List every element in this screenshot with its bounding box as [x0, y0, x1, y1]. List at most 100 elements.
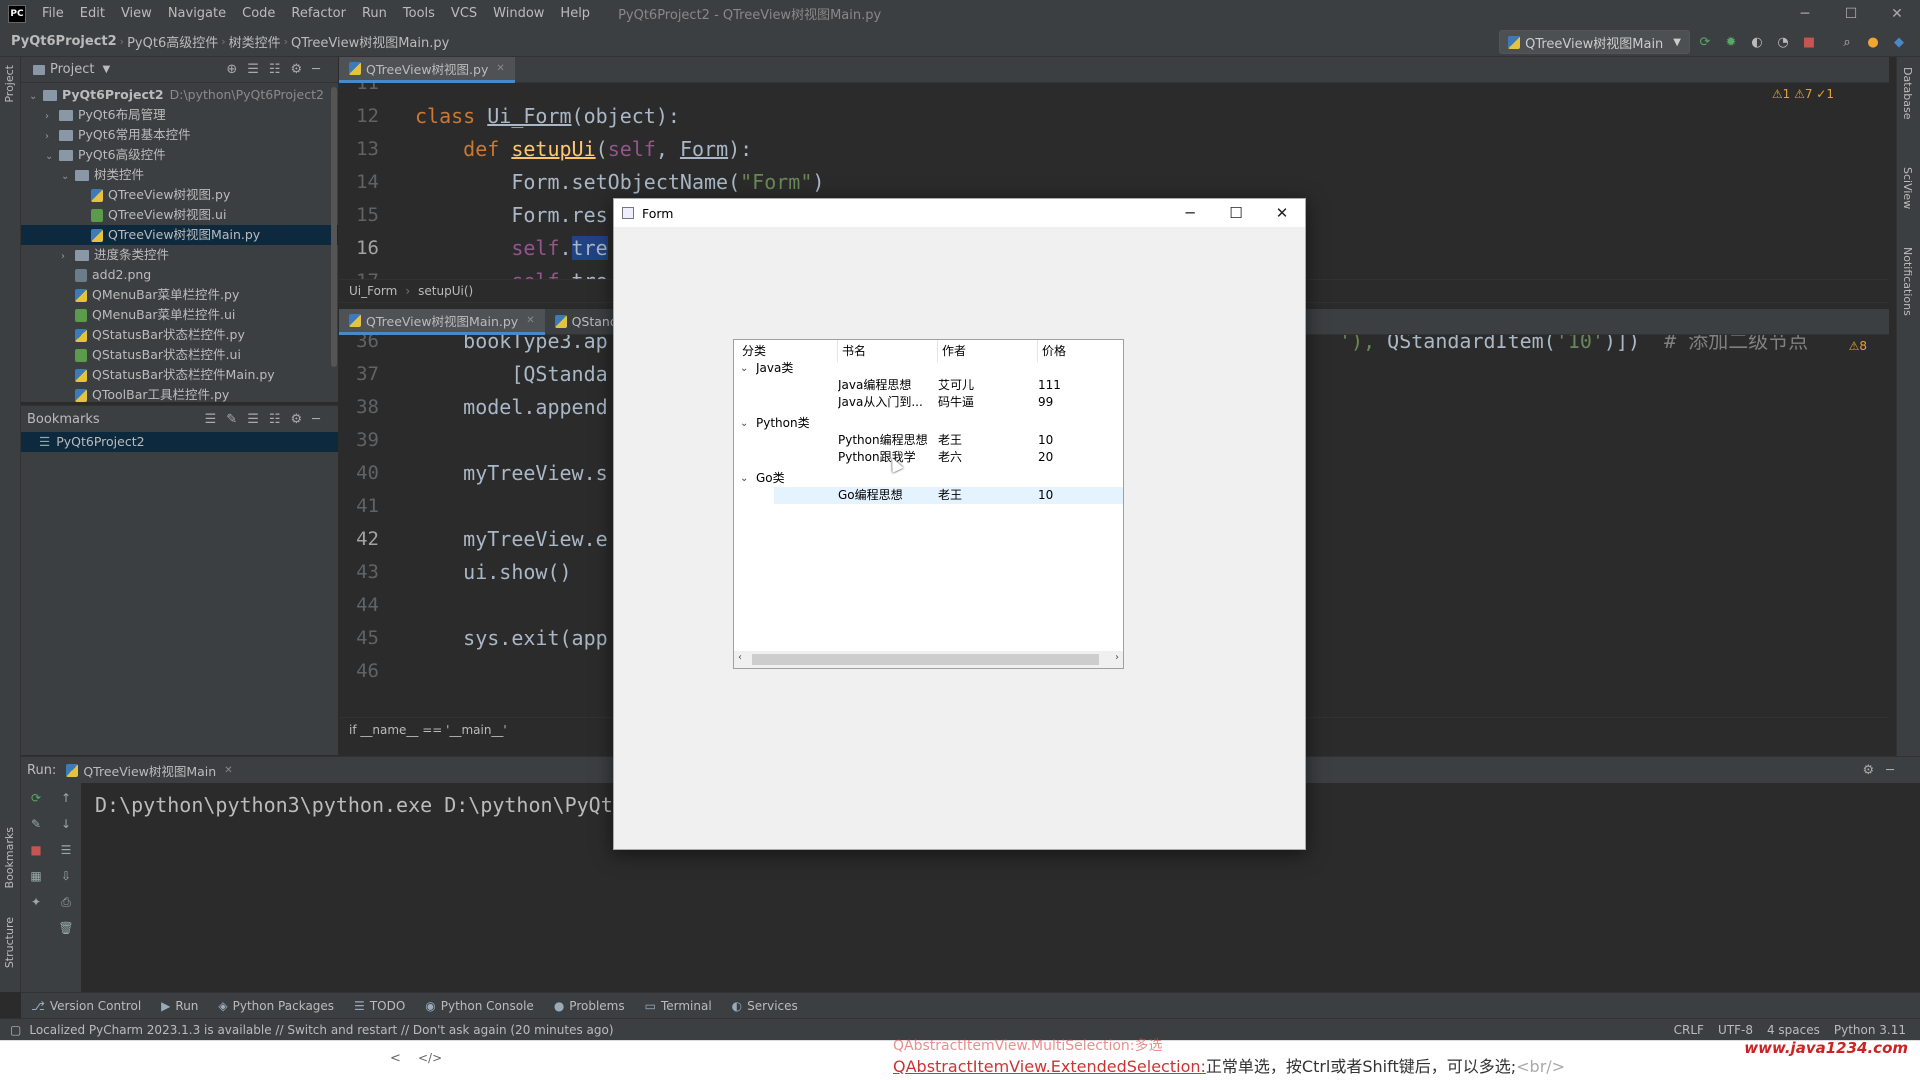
crumb-method[interactable]: setupUi(): [418, 284, 473, 298]
notifications-tool-tab[interactable]: Notifications: [1901, 247, 1914, 316]
project-tree-item[interactable]: › 进度条类控件: [21, 245, 338, 265]
status-item[interactable]: CRLF: [1674, 1023, 1704, 1037]
chevron-right-icon[interactable]: ›: [45, 107, 59, 127]
inspection-widget-bottom[interactable]: ⚠8: [1849, 339, 1867, 353]
scroll-end-icon[interactable]: ⇩: [55, 865, 77, 887]
tree-column-header[interactable]: 价格: [1038, 340, 1123, 362]
close-tab-icon[interactable]: ✕: [496, 63, 504, 74]
menu-vcs[interactable]: VCS: [443, 0, 485, 27]
tab-qtreeview-main-py[interactable]: QTreeView树视图Main.py ✕: [339, 308, 545, 335]
tree-category-row[interactable]: ⌄ Python类: [734, 415, 1123, 432]
maximize-icon[interactable]: ☐: [1828, 6, 1874, 22]
tool-tab-version-control[interactable]: ⎇ Version Control: [21, 999, 151, 1013]
update-icon[interactable]: ●: [1862, 32, 1884, 52]
code-line[interactable]: [415, 424, 608, 457]
expand-chevron-icon[interactable]: ⌄: [740, 415, 748, 432]
tree-book-row[interactable]: Python跟我学 老六 20: [734, 449, 1123, 466]
chevron-right-icon[interactable]: ›: [61, 247, 75, 267]
project-tree-item[interactable]: QTreeView树视图Main.py: [21, 225, 338, 245]
breadcrumb-item[interactable]: QTreeView树视图Main.py: [288, 32, 452, 51]
expand-chevron-icon[interactable]: ⌄: [740, 470, 748, 487]
tree-view[interactable]: 分类 书名 作者 价格 ⌄ Java类 Java编程思想 艾可儿 111 Java从入门到...…: [733, 339, 1124, 669]
run-icon[interactable]: ⟳: [1694, 32, 1716, 52]
close-tab-icon[interactable]: ✕: [526, 315, 534, 326]
project-scrollbar[interactable]: [331, 87, 337, 367]
tool-tab-todo[interactable]: ☰ TODO: [344, 999, 415, 1013]
status-item[interactable]: Python 3.11: [1834, 1023, 1906, 1037]
pin-icon[interactable]: ✦: [25, 891, 47, 913]
debug-icon[interactable]: ✹: [1720, 32, 1742, 52]
project-panel-title[interactable]: Project: [50, 62, 94, 77]
menu-edit[interactable]: Edit: [72, 0, 113, 27]
tool-tab-problems[interactable]: ● Problems: [544, 999, 635, 1013]
code-line[interactable]: myTreeView.e: [415, 523, 608, 556]
form-titlebar[interactable]: Form ─ ☐ ✕: [614, 199, 1305, 227]
tool-tab-services[interactable]: ◐ Services: [722, 999, 808, 1013]
minimize-icon[interactable]: ─: [1782, 6, 1828, 22]
expand-chevron-icon[interactable]: ⌄: [740, 360, 748, 377]
form-close-icon[interactable]: ✕: [1259, 204, 1305, 222]
close-icon[interactable]: ✕: [1874, 6, 1920, 22]
tree-category-row[interactable]: ⌄ Go类: [734, 470, 1123, 487]
tree-book-row[interactable]: Go编程思想 老王 10: [774, 487, 1123, 504]
tree-book-row[interactable]: Java编程思想 艾可儿 111: [734, 377, 1123, 394]
scroll-right-icon[interactable]: ›: [1115, 652, 1119, 663]
coverage-icon[interactable]: ◐: [1746, 32, 1768, 52]
soft-wrap-icon[interactable]: ☰: [55, 839, 77, 861]
code-line[interactable]: class Ui_Form(object):: [415, 100, 824, 133]
run-output[interactable]: D:\python\python3\python.exe D:\python\P…: [81, 783, 613, 822]
tree-column-header[interactable]: 分类: [738, 340, 838, 362]
status-item[interactable]: UTF-8: [1718, 1023, 1753, 1037]
breadcrumb-item[interactable]: PyQt6Project2: [8, 34, 120, 49]
code-line[interactable]: def setupUi(self, Form):: [415, 133, 824, 166]
project-tree-item[interactable]: add2.png: [21, 265, 338, 285]
menu-run[interactable]: Run: [354, 0, 395, 27]
tool-tab-python-packages[interactable]: ◈ Python Packages: [208, 999, 344, 1013]
code-line[interactable]: [415, 490, 608, 523]
project-tree-item[interactable]: ⌄ 树类控件: [21, 165, 338, 185]
project-tree-item[interactable]: QStatusBar状态栏控件.py: [21, 325, 338, 345]
profile-icon[interactable]: ◔: [1772, 32, 1794, 52]
wrench-icon[interactable]: ✎: [25, 813, 47, 835]
bookmarks-tool-tab[interactable]: Bookmarks: [3, 827, 16, 888]
project-tree-item[interactable]: QStatusBar状态栏控件.ui: [21, 345, 338, 365]
code-line[interactable]: sys.exit(app: [415, 622, 608, 655]
status-message[interactable]: Localized PyCharm 2023.1.3 is available …: [29, 1023, 613, 1037]
tool-tab-python-console[interactable]: ◉ Python Console: [415, 999, 544, 1013]
tree-column-header[interactable]: 书名: [838, 340, 938, 362]
chevron-right-icon[interactable]: ›: [45, 127, 59, 147]
tree-category-row[interactable]: ⌄ Java类: [734, 360, 1123, 377]
project-tree-item[interactable]: QMenuBar菜单栏控件.py: [21, 285, 338, 305]
run-config-selector[interactable]: QTreeView树视图Main ▼: [1499, 30, 1690, 54]
tab-qtreeview-py[interactable]: QTreeView树视图.py ✕: [339, 56, 515, 83]
code-view-icon[interactable]: </>: [418, 1051, 442, 1065]
tool-tab-run[interactable]: ▶ Run: [151, 999, 208, 1013]
close-tab-icon[interactable]: ✕: [224, 765, 232, 776]
sciview-tool-tab[interactable]: SciView: [1901, 167, 1914, 209]
stop-icon[interactable]: ■: [25, 839, 47, 861]
menu-view[interactable]: View: [113, 0, 160, 27]
breadcrumb-item[interactable]: PyQt6高级控件: [124, 32, 221, 51]
stop-icon[interactable]: ■: [1798, 32, 1820, 52]
scroll-left-icon[interactable]: ‹: [738, 652, 742, 663]
form-maximize-icon[interactable]: ☐: [1213, 204, 1259, 222]
tree-column-header[interactable]: 作者: [938, 340, 1038, 362]
database-tool-tab[interactable]: Database: [1901, 67, 1914, 120]
up-icon[interactable]: ↑: [55, 787, 77, 809]
crumb-class[interactable]: Ui_Form: [349, 284, 397, 298]
nav-left-icon[interactable]: <: [390, 1051, 401, 1066]
project-tree-item[interactable]: › PyQt6布局管理: [21, 105, 338, 125]
code-line[interactable]: Form.setObjectName("Form"): [415, 166, 824, 199]
layout-icon[interactable]: ▦: [25, 865, 47, 887]
run-panel-actions[interactable]: ⚙─: [1863, 763, 1906, 778]
menu-tools[interactable]: Tools: [395, 0, 443, 27]
code-line[interactable]: ui.show(): [415, 556, 608, 589]
code-line[interactable]: model.append: [415, 391, 608, 424]
code-line[interactable]: [QStanda: [415, 358, 608, 391]
code-line[interactable]: [415, 655, 608, 688]
project-tree-item[interactable]: QToolBar工具栏控件.py: [21, 385, 338, 405]
tree-book-row[interactable]: Python编程思想 老王 10: [734, 432, 1123, 449]
menu-refactor[interactable]: Refactor: [283, 0, 354, 27]
tree-book-row[interactable]: Java从入门到... 码牛逼 99: [734, 394, 1123, 411]
search-icon[interactable]: ⌕: [1836, 32, 1858, 52]
